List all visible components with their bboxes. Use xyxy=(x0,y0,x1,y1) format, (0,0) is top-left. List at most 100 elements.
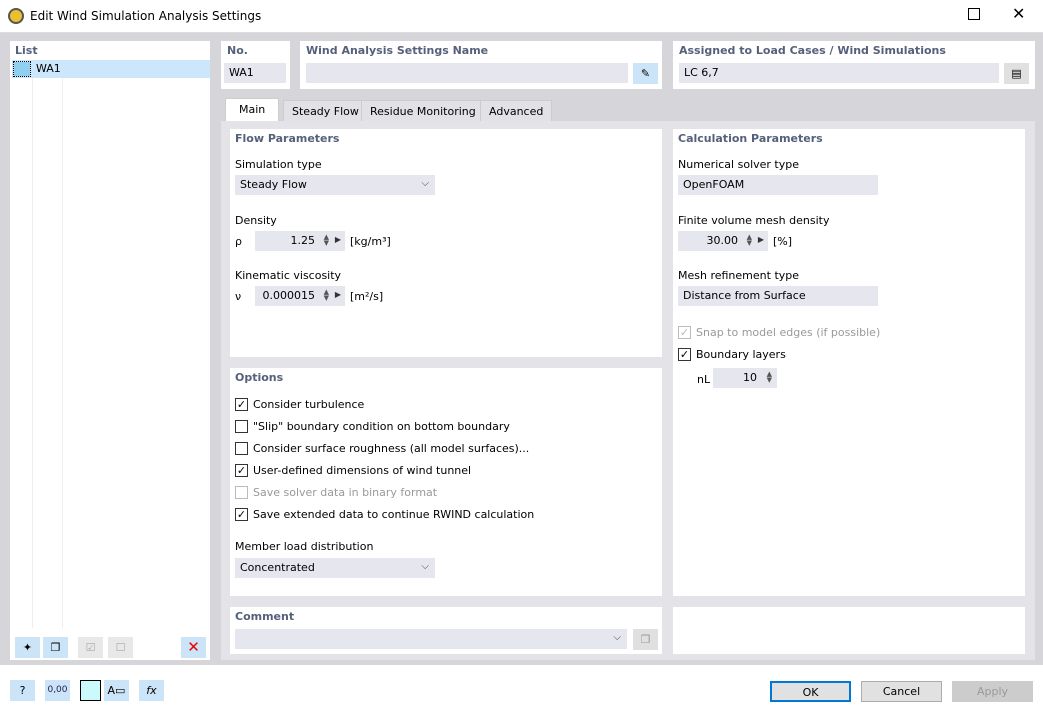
comment-header: Comment xyxy=(235,610,294,623)
check-all-icon: ☑ xyxy=(78,637,103,658)
tab-label: Residue Monitoring xyxy=(370,105,476,118)
footer: ? 0,00 A▭ fx OK Cancel Apply xyxy=(0,665,1043,715)
color-icon[interactable] xyxy=(80,680,101,701)
option-label: Consider surface roughness (all model su… xyxy=(253,442,529,455)
option-checkbox[interactable]: ✓ xyxy=(235,508,248,521)
invert-check-icon: ☐ xyxy=(108,637,133,658)
help-icon[interactable]: ? xyxy=(10,680,35,701)
option-checkbox[interactable]: ✓ xyxy=(235,464,248,477)
boundary-layers-checkbox[interactable]: ✓ xyxy=(678,348,691,361)
option-label: Consider turbulence xyxy=(253,398,364,411)
member-load-label: Member load distribution xyxy=(235,540,373,553)
tab-label: Main xyxy=(234,103,270,116)
viscosity-value: 0.000015 xyxy=(263,289,316,302)
nl-value: 10 xyxy=(743,371,757,384)
comment-field[interactable]: ⌵ xyxy=(235,629,627,649)
option-label: Save extended data to continue RWIND cal… xyxy=(253,508,534,521)
cancel-button[interactable]: Cancel xyxy=(861,681,942,702)
option-label: User-defined dimensions of wind tunnel xyxy=(253,464,471,477)
maximize-button[interactable] xyxy=(968,8,980,20)
options-panel: Options ✓ Consider turbulence "Slip" bound… xyxy=(230,368,662,596)
tab-label: Steady Flow xyxy=(292,105,359,118)
chevron-down-icon: ⌵ xyxy=(421,178,429,189)
list-panel: List WA1 ✦ ❐ ☑ ☐ ✕ xyxy=(10,41,210,660)
tab-main[interactable]: Main xyxy=(225,98,279,122)
snap-checkbox: ✓ xyxy=(678,326,691,339)
edit-name-icon[interactable]: ✎ xyxy=(633,63,658,84)
window-title: Edit Wind Simulation Analysis Settings xyxy=(30,9,261,23)
density-unit: [kg/m³] xyxy=(350,235,391,248)
options-header: Options xyxy=(235,371,283,384)
display-properties-icon[interactable]: A▭ xyxy=(104,680,129,701)
arrow-right-icon[interactable]: ▶ xyxy=(335,235,341,244)
select-load-cases-icon[interactable]: ▤ xyxy=(1004,63,1029,84)
solver-label: Numerical solver type xyxy=(678,158,799,171)
refinement-label: Mesh refinement type xyxy=(678,269,799,282)
mesh-density-field[interactable]: 30.00 ▲▼ ▶ xyxy=(678,231,768,251)
tab-residue-monitoring[interactable]: Residue Monitoring xyxy=(361,100,485,122)
assigned-label: Assigned to Load Cases / Wind Simulation… xyxy=(679,44,946,57)
tab-label: Advanced xyxy=(489,105,543,118)
option-checkbox[interactable] xyxy=(235,420,248,433)
copy-comment-icon[interactable]: ❐ xyxy=(633,629,658,650)
spinner-icon[interactable]: ▲▼ xyxy=(324,234,329,246)
mesh-density-value: 30.00 xyxy=(707,234,739,247)
list-item[interactable]: WA1 xyxy=(12,60,210,78)
simulation-type-dropdown[interactable]: Steady Flow ⌵ xyxy=(235,175,435,195)
number-panel: No. WA1 xyxy=(221,41,290,89)
option-label: Save solver data in binary format xyxy=(253,486,437,499)
nl-field[interactable]: 10 ▲▼ xyxy=(713,368,777,388)
density-symbol: ρ xyxy=(235,235,242,248)
option-label: "Slip" boundary condition on bottom boun… xyxy=(253,420,510,433)
density-value: 1.25 xyxy=(291,234,316,247)
option-checkbox[interactable]: ✓ xyxy=(235,398,248,411)
tab-steady-flow[interactable]: Steady Flow xyxy=(283,100,368,122)
copy-item-icon[interactable]: ❐ xyxy=(43,637,68,658)
option-checkbox xyxy=(235,486,248,499)
calculation-parameters-panel: Calculation Parameters Numerical solver … xyxy=(673,129,1025,596)
member-load-dropdown[interactable]: Concentrated ⌵ xyxy=(235,558,435,578)
option-checkbox[interactable] xyxy=(235,442,248,455)
flow-header: Flow Parameters xyxy=(235,132,339,145)
mesh-density-unit: [%] xyxy=(773,235,792,248)
chevron-down-icon: ⌵ xyxy=(613,632,621,643)
viscosity-unit: [m²/s] xyxy=(350,290,383,303)
assigned-panel: Assigned to Load Cases / Wind Simulation… xyxy=(673,41,1035,89)
viscosity-field[interactable]: 0.000015 ▲▼ ▶ xyxy=(255,286,345,306)
new-item-icon[interactable]: ✦ xyxy=(15,637,40,658)
refinement-field: Distance from Surface xyxy=(678,286,878,306)
delete-icon[interactable]: ✕ xyxy=(181,637,206,658)
tab-advanced[interactable]: Advanced xyxy=(480,100,552,122)
spinner-icon[interactable]: ▲▼ xyxy=(747,234,752,246)
member-load-value: Concentrated xyxy=(240,561,315,574)
name-panel: Wind Analysis Settings Name ✎ xyxy=(300,41,662,89)
ok-button[interactable]: OK xyxy=(770,681,851,702)
solver-field: OpenFOAM xyxy=(678,175,878,195)
formula-icon[interactable]: fx xyxy=(139,680,164,701)
divider xyxy=(62,78,63,628)
density-label: Density xyxy=(235,214,277,227)
name-field[interactable] xyxy=(306,63,628,83)
calc-header: Calculation Parameters xyxy=(678,132,823,145)
number-label: No. xyxy=(227,44,248,57)
list-header: List xyxy=(15,44,38,57)
name-label: Wind Analysis Settings Name xyxy=(306,44,488,57)
units-icon-label: 0,00 xyxy=(47,685,67,695)
number-field[interactable]: WA1 xyxy=(224,63,286,83)
viscosity-symbol: ν xyxy=(235,290,241,303)
density-field[interactable]: 1.25 ▲▼ ▶ xyxy=(255,231,345,251)
simulation-type-value: Steady Flow xyxy=(240,178,307,191)
flow-parameters-panel: Flow Parameters Simulation type Steady F… xyxy=(230,129,662,357)
spinner-icon[interactable]: ▲▼ xyxy=(767,371,772,383)
chevron-down-icon: ⌵ xyxy=(421,561,429,572)
arrow-right-icon[interactable]: ▶ xyxy=(758,235,764,244)
arrow-right-icon[interactable]: ▶ xyxy=(335,290,341,299)
close-button[interactable]: ✕ xyxy=(1012,4,1025,23)
spinner-icon[interactable]: ▲▼ xyxy=(324,289,329,301)
assigned-field[interactable]: LC 6,7 xyxy=(679,63,999,83)
color-swatch xyxy=(14,62,30,76)
title-bar: Edit Wind Simulation Analysis Settings ✕ xyxy=(0,0,1043,33)
units-icon[interactable]: 0,00 xyxy=(45,680,70,701)
list-item-label: WA1 xyxy=(36,62,61,75)
nl-symbol: nL xyxy=(697,373,710,386)
